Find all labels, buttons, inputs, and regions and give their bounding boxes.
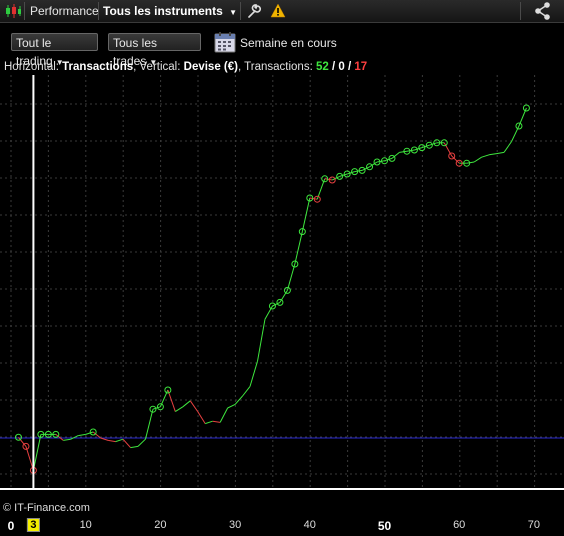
equity-segment <box>197 411 206 424</box>
x-tick-label[interactable]: 3 <box>27 518 40 532</box>
horizontal-label: Horizontal: <box>4 61 59 73</box>
equity-segment <box>63 438 71 441</box>
equity-segment <box>346 171 355 175</box>
trades-filter-dropdown[interactable]: Tous les trades ▼ <box>108 33 201 68</box>
equity-segment <box>205 420 213 425</box>
trading-filter-dropdown[interactable]: Tout le trading ▼ <box>11 33 98 68</box>
equity-segment <box>115 438 124 443</box>
equity-segment <box>130 445 139 449</box>
equity-segment <box>242 386 251 397</box>
count-separator: / <box>348 61 352 73</box>
equity-segment <box>376 160 385 163</box>
candles-icon[interactable] <box>4 0 22 22</box>
equity-segment <box>339 173 348 177</box>
equity-segment <box>473 156 482 163</box>
equity-segment <box>18 436 27 447</box>
equity-segment <box>152 406 161 410</box>
transactions-label: Transactions: <box>244 61 313 73</box>
equity-segment <box>108 439 116 443</box>
equity-segment <box>286 263 296 291</box>
equity-segment <box>294 231 303 265</box>
watermark: © IT-Finance.com <box>3 502 90 514</box>
equity-segment <box>384 157 393 162</box>
period-label[interactable]: Semaine en cours <box>240 36 337 50</box>
x-tick-label: 70 <box>527 519 541 531</box>
equity-segment <box>264 305 273 320</box>
equity-segment <box>227 403 236 409</box>
vertical-label: Vertical: <box>139 61 181 73</box>
equity-segment <box>481 154 490 158</box>
equity-segment <box>399 150 407 153</box>
calendar-icon[interactable] <box>214 31 236 58</box>
equity-segment <box>324 178 333 181</box>
equity-chart[interactable] <box>0 75 564 495</box>
wrench-icon[interactable] <box>246 0 262 22</box>
count-separator: / <box>331 61 336 73</box>
equity-segment <box>421 144 430 149</box>
equity-segment <box>301 197 311 232</box>
equity-segment <box>309 197 318 200</box>
filter-toolbar: Tout le trading ▼ Tous les trades ▼ Semain… <box>0 23 564 68</box>
count-winning: 52 <box>315 61 329 73</box>
equity-segment <box>414 147 423 151</box>
equity-segment <box>175 406 184 413</box>
equity-segment <box>354 169 363 173</box>
equity-segment <box>122 438 131 448</box>
equity-segment <box>451 155 460 164</box>
equity-segment <box>25 446 34 471</box>
equity-segment <box>496 151 505 155</box>
equity-segment <box>182 400 191 408</box>
horizontal-value: Transactions <box>62 61 134 73</box>
count-neutral: 0 <box>338 61 345 73</box>
top-bar: Performance Tous les instruments ▼ <box>0 0 564 23</box>
equity-segment <box>144 409 154 440</box>
equity-segment <box>249 361 258 387</box>
equity-segment <box>32 434 42 471</box>
equity-segment <box>78 433 86 437</box>
x-tick-label: 0 <box>7 519 15 533</box>
x-tick-label: 20 <box>154 519 167 531</box>
vertical-value: Devise (€) <box>183 61 238 73</box>
equity-segment <box>85 431 94 435</box>
chart-info-line: Horizontal: Transactions, Vertical: Devi… <box>4 61 368 73</box>
chevron-down-icon: ▼ <box>229 8 238 17</box>
x-tick-label: 30 <box>228 519 242 531</box>
x-tick-label: 10 <box>79 519 92 531</box>
equity-segment <box>212 420 221 423</box>
equity-segment <box>189 400 199 412</box>
x-tick-label: 60 <box>453 519 466 531</box>
equity-segment <box>406 149 415 152</box>
equity-segment <box>466 161 475 164</box>
count-losing: 17 <box>354 61 368 73</box>
x-tick-label: 50 <box>377 519 392 533</box>
x-tick-label: 40 <box>303 519 316 531</box>
equity-segment <box>503 141 512 153</box>
equity-segment <box>429 142 437 146</box>
share-icon[interactable] <box>534 0 552 22</box>
equity-segment <box>137 438 146 447</box>
tab-performance[interactable]: Performance <box>30 0 99 22</box>
equity-segment <box>279 290 288 303</box>
equity-segment <box>443 142 453 157</box>
instrument-select-label: Tous les instruments <box>103 4 223 18</box>
equity-segment <box>219 407 229 423</box>
equity-segment <box>489 153 497 156</box>
warning-icon[interactable] <box>270 0 286 22</box>
instrument-select[interactable]: Tous les instruments ▼ <box>103 0 237 22</box>
chart-grid <box>0 75 564 489</box>
